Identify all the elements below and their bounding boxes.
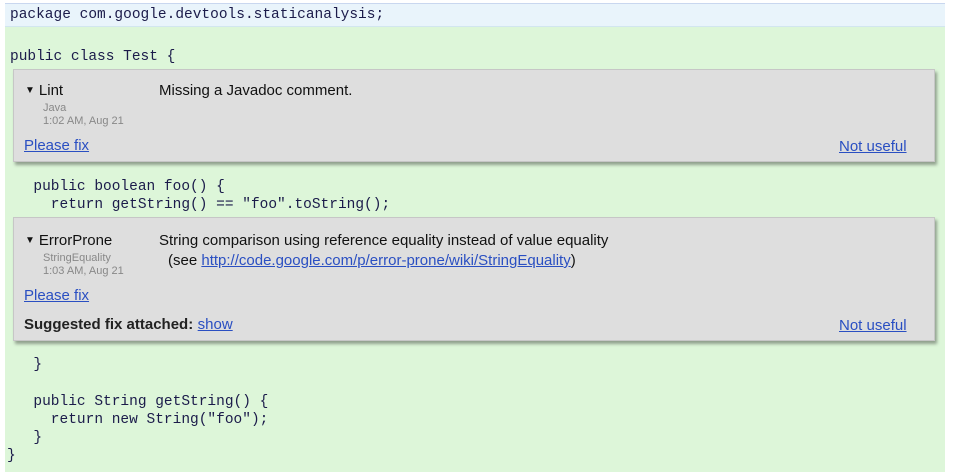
- triangle-down-icon: ▼: [25, 235, 35, 246]
- lint-tool-toggle[interactable]: ▼ Lint: [25, 82, 63, 99]
- code-line-getstring: public String getString() {: [16, 394, 269, 410]
- lint-message: Missing a Javadoc comment.: [159, 82, 353, 99]
- lint-tool-name: Lint: [38, 82, 64, 99]
- errorprone-please-fix-link[interactable]: Please fix: [24, 287, 89, 304]
- errorprone-see-line: (see http://code.google.com/p/error-pron…: [168, 251, 576, 271]
- show-fix-link[interactable]: show: [198, 316, 233, 333]
- code-line-return-new: return new String("foo");: [16, 412, 269, 428]
- triangle-down-icon: ▼: [25, 85, 35, 96]
- code-line-return: return getString() == "foo".toString();: [16, 197, 391, 213]
- errorprone-message: String comparison using reference equali…: [159, 232, 609, 249]
- code-line-close-foo: }: [16, 357, 43, 373]
- errorprone-see-prefix: (see: [168, 252, 202, 269]
- errorprone-wiki-link[interactable]: http://code.google.com/p/error-prone/wik…: [201, 252, 570, 269]
- code-line-close-class: }: [7, 448, 16, 464]
- code-review-panel: package com.google.devtools.staticanalys…: [5, 3, 945, 472]
- code-line-close-getstring: }: [16, 430, 43, 446]
- suggested-fix-row: Suggested fix attached: show: [24, 316, 233, 334]
- lint-please-fix-link[interactable]: Please fix: [24, 137, 89, 154]
- errorprone-see-suffix: ): [570, 252, 576, 269]
- lint-category: Java: [43, 102, 67, 114]
- lint-comment-card: ▼ Lint Java 1:02 AM, Aug 21 Missing a Jav…: [13, 69, 935, 162]
- errorprone-not-useful-link[interactable]: Not useful: [839, 317, 907, 334]
- errorprone-comment-card: ▼ ErrorProne StringEquality 1:03 AM, Aug …: [13, 217, 935, 341]
- lint-not-useful-link[interactable]: Not useful: [839, 138, 907, 155]
- suggested-fix-label: Suggested fix attached:: [24, 316, 194, 333]
- errorprone-category: StringEquality: [43, 252, 111, 264]
- errorprone-timestamp: 1:03 AM, Aug 21: [43, 265, 124, 277]
- code-line-foo: public boolean foo() {: [16, 179, 225, 195]
- errorprone-tool-name: ErrorProne: [38, 232, 113, 249]
- errorprone-tool-toggle[interactable]: ▼ ErrorProne: [25, 232, 112, 249]
- code-line-class: public class Test {: [10, 49, 176, 65]
- lint-timestamp: 1:02 AM, Aug 21: [43, 115, 124, 127]
- code-line-package: package com.google.devtools.staticanalys…: [10, 7, 385, 23]
